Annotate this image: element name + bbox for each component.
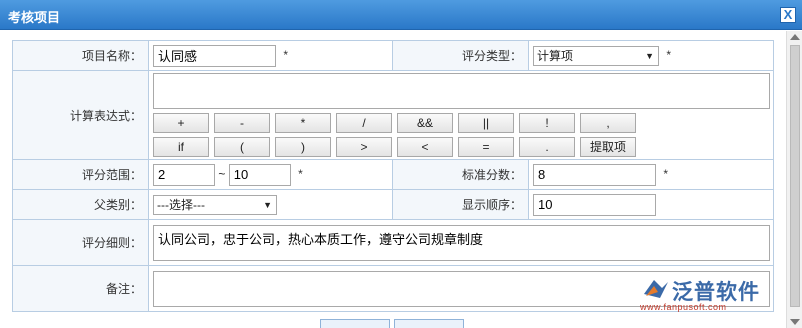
op-if-button[interactable]: if — [153, 137, 210, 157]
op-divide-button[interactable]: / — [336, 113, 393, 133]
watermark-url: www.fanpusoft.com — [640, 302, 727, 312]
expression-label: 计算表达式： — [11, 70, 150, 160]
range-separator: ~ — [218, 166, 226, 181]
logo-icon — [644, 280, 668, 298]
name-label: 项目名称： — [11, 40, 150, 71]
watermark-logo: 泛普软件 www.fanpusoft.com — [638, 274, 766, 318]
parent-label: 父类别： — [11, 189, 150, 220]
vertical-scrollbar[interactable] — [786, 31, 802, 328]
operator-buttons: + - * / && || ! , if ( ) > < = . 提取项 — [153, 113, 773, 157]
standard-required: * — [663, 166, 668, 181]
op-or-button[interactable]: || — [458, 113, 515, 133]
dialog-titlebar: 考核项目 X — [0, 0, 802, 30]
expression-textarea[interactable] — [153, 73, 771, 109]
range-label: 评分范围： — [11, 159, 150, 190]
standard-input[interactable] — [532, 163, 656, 186]
scroll-up-icon[interactable] — [790, 34, 800, 40]
order-input[interactable] — [532, 193, 656, 216]
standard-label: 标准分数： — [392, 159, 529, 190]
extract-item-button[interactable]: 提取项 — [580, 137, 637, 157]
scroll-down-icon[interactable] — [790, 319, 800, 325]
op-comma-button[interactable]: , — [580, 113, 637, 133]
range-required: * — [298, 166, 303, 181]
type-select-value: 计算项 — [536, 48, 573, 63]
dialog-title: 考核项目 — [8, 10, 61, 25]
close-icon[interactable]: X — [780, 7, 796, 23]
detail-textarea[interactable]: 认同公司，忠于公司，热心本质工作，遵守公司规章制度 — [153, 224, 771, 261]
remark-label: 备注： — [11, 265, 150, 312]
op-plus-button[interactable]: + — [153, 113, 210, 133]
type-select[interactable]: 计算项 ▼ — [532, 45, 659, 66]
op-rparen-button[interactable]: ) — [275, 137, 332, 157]
cancel-button[interactable] — [394, 319, 464, 328]
chevron-down-icon: ▼ — [645, 50, 654, 61]
range-max-input[interactable] — [228, 163, 291, 186]
op-gt-button[interactable]: > — [336, 137, 393, 157]
save-button[interactable] — [320, 319, 390, 328]
dialog-content: 项目名称： * 评分类型： 计算项 ▼ * 计算表达式： + - * / && — [0, 31, 786, 328]
type-required: * — [666, 47, 671, 62]
name-required: * — [283, 47, 289, 62]
op-dot-button[interactable]: . — [519, 137, 576, 157]
parent-select[interactable]: ---选择--- ▼ — [153, 194, 278, 215]
chevron-down-icon: ▼ — [263, 199, 273, 210]
detail-label: 评分细则： — [11, 219, 150, 266]
name-input[interactable] — [153, 44, 277, 67]
op-and-button[interactable]: && — [397, 113, 454, 133]
op-eq-button[interactable]: = — [458, 137, 515, 157]
op-not-button[interactable]: ! — [519, 113, 576, 133]
parent-select-value: ---选择--- — [157, 197, 205, 212]
op-lt-button[interactable]: < — [397, 137, 454, 157]
form-table: 项目名称： * 评分类型： 计算项 ▼ * 计算表达式： + - * / && — [11, 40, 775, 312]
type-label: 评分类型： — [392, 40, 529, 71]
scroll-thumb[interactable] — [790, 45, 800, 307]
range-min-input[interactable] — [153, 163, 216, 186]
op-minus-button[interactable]: - — [214, 113, 271, 133]
op-multiply-button[interactable]: * — [275, 113, 332, 133]
order-label: 显示顺序： — [392, 189, 529, 220]
op-lparen-button[interactable]: ( — [214, 137, 271, 157]
